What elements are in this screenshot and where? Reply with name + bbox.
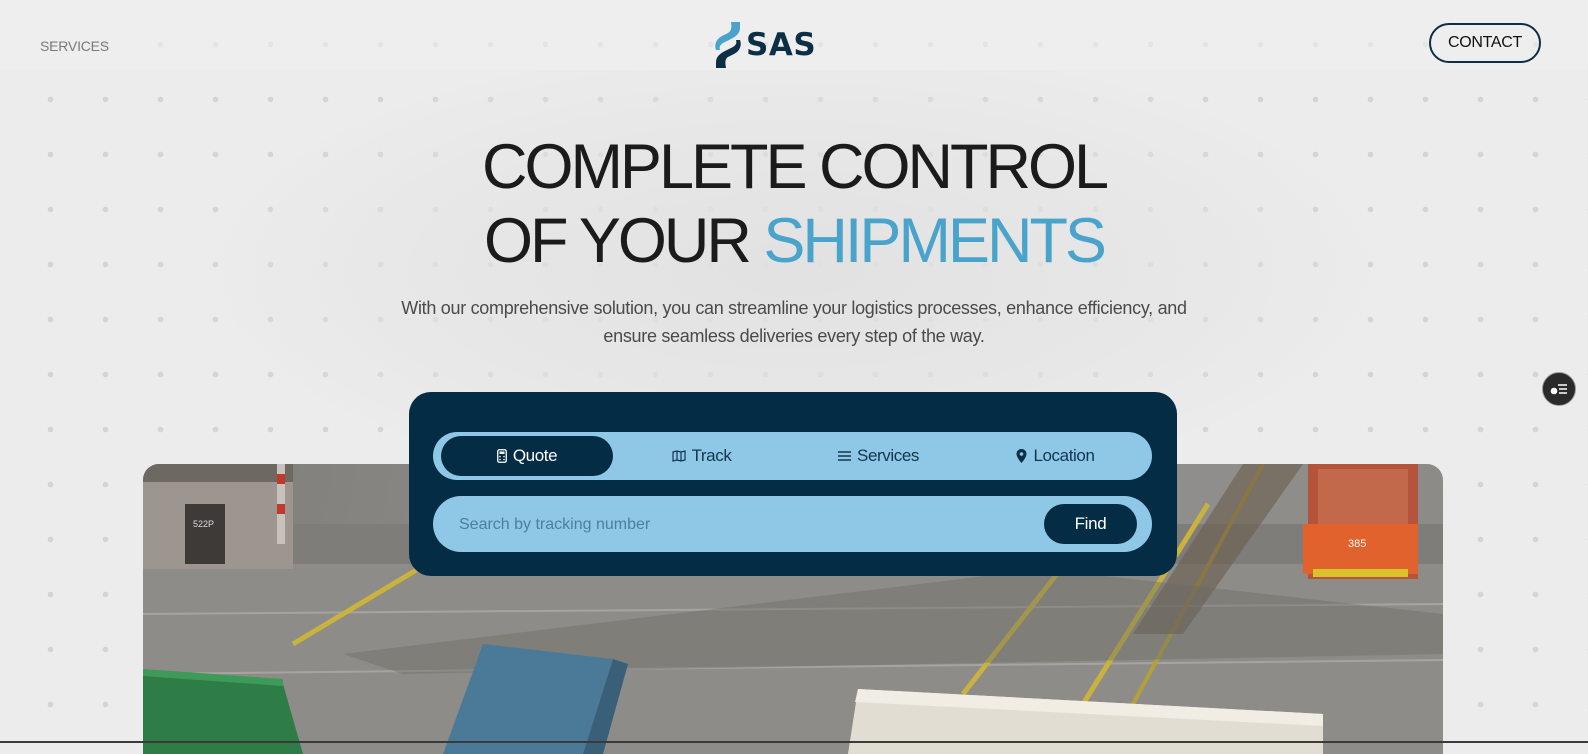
- hero-headline: COMPLETE CONTROL OF YOUR SHIPMENTS: [0, 130, 1588, 278]
- calculator-icon: [496, 449, 507, 463]
- tab-quote-label: Quote: [512, 446, 558, 465]
- tab-location-label: Location: [1033, 446, 1095, 465]
- tab-services[interactable]: Services: [790, 436, 967, 476]
- map-icon: [671, 450, 686, 462]
- headline-line-2-prefix: OF YOUR: [484, 206, 764, 276]
- widget-tabs: Quote Track Services Location: [433, 432, 1152, 480]
- headline-accent: SHIPMENTS: [763, 206, 1107, 276]
- tab-location[interactable]: Location: [967, 436, 1144, 476]
- tab-quote[interactable]: Quote: [441, 436, 613, 476]
- toggle-list-icon: [1550, 384, 1567, 395]
- logo-text: SAS: [746, 27, 817, 63]
- nav-services-link[interactable]: SERVICES: [40, 38, 109, 54]
- tracking-number-input[interactable]: [457, 508, 1021, 542]
- contact-button[interactable]: CONTACT: [1429, 23, 1541, 63]
- find-button[interactable]: Find: [1044, 504, 1137, 544]
- headline-line-1: COMPLETE CONTROL: [481, 132, 1109, 202]
- logo-mark-icon: [715, 22, 741, 68]
- logo[interactable]: SAS: [713, 20, 816, 70]
- pin-icon: [1016, 449, 1027, 463]
- list-icon: [838, 450, 851, 462]
- building-label: 522P: [193, 519, 214, 529]
- tracking-search: Find: [433, 496, 1152, 552]
- tab-track-label: Track: [691, 446, 732, 465]
- tab-services-label: Services: [857, 446, 919, 465]
- vehicle-number: 385: [1348, 538, 1366, 550]
- floating-toggle-button[interactable]: [1542, 372, 1576, 406]
- hero-subtitle: With our comprehensive solution, you can…: [401, 298, 1187, 346]
- tab-track[interactable]: Track: [613, 436, 790, 476]
- shipment-widget: Quote Track Services Location Find: [409, 392, 1177, 576]
